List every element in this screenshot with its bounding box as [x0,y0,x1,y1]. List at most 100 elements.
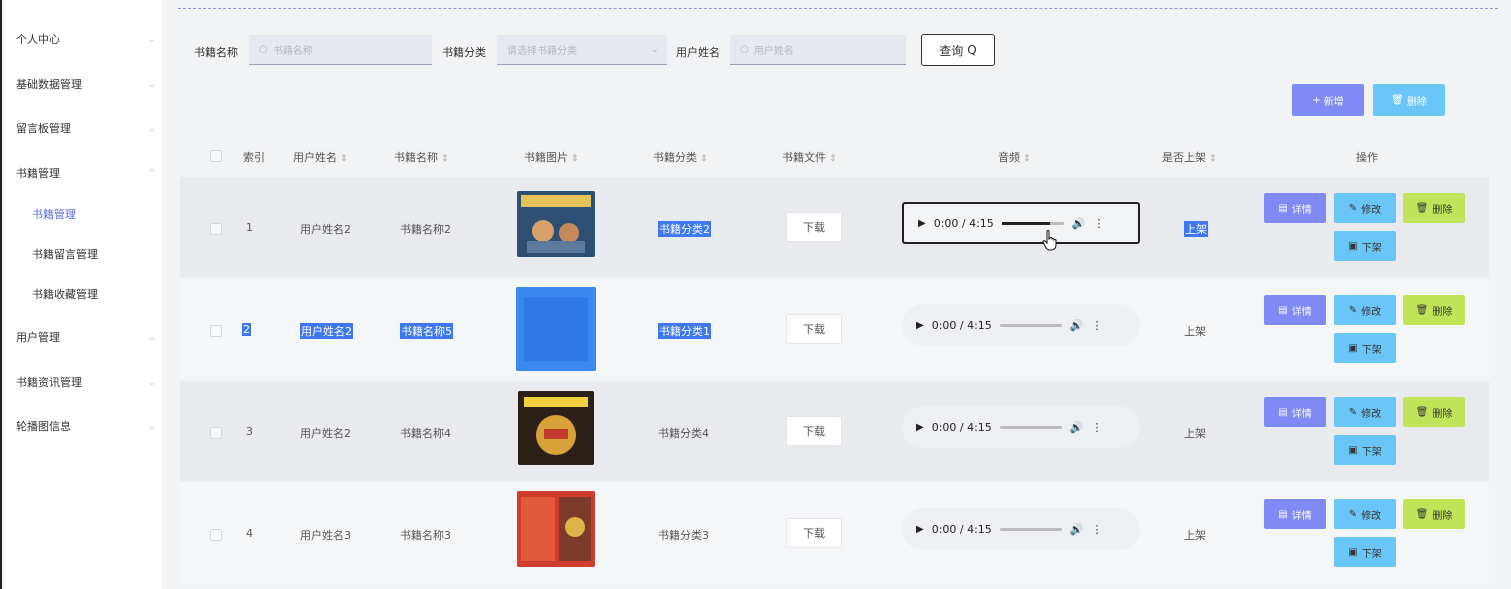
book-cover-image [516,287,596,371]
more-options-icon[interactable]: ⋮ [1092,421,1103,434]
sidebar-item-base-data[interactable]: 基础数据管理 ⌄ [16,74,156,94]
sidebar-item-users[interactable]: 用户管理 ⌄ [16,327,156,347]
sidebar-item-label: 个人中心 [16,33,60,46]
detail-button[interactable]: ▤ 详情 [1264,193,1326,223]
sidebar-subitem-book-favorites[interactable]: 书籍收藏管理 [32,284,156,304]
play-icon[interactable]: ▶ [918,218,926,229]
sort-icon: ⇕ [829,154,837,164]
row-checkbox[interactable] [210,427,222,439]
sidebar-item-book-news[interactable]: 书籍资讯管理 ⌄ [16,372,156,392]
sidebar-item-book-management[interactable]: 书籍管理 ⌃ [16,163,156,183]
category-placeholder: 请选择书籍分类 [507,46,577,57]
more-options-icon[interactable]: ⋮ [1092,319,1103,332]
audio-player[interactable]: ▶ 0:00 / 4:15 🔊 ⋮ [902,508,1140,550]
volume-icon[interactable]: 🔊 [1070,319,1084,332]
audio-player[interactable]: ▶ 0:00 / 4:15 🔊 ⋮ [902,202,1140,244]
off-shelf-button[interactable]: ▣ 下架 [1334,231,1396,261]
audio-progress-bar[interactable] [999,323,1062,327]
volume-icon[interactable]: 🔊 [1070,523,1084,536]
table-row: 2 用户姓名2 书籍名称5 书籍分类1 下载 ▶ 0:00 / 4:15 🔊 ⋮… [180,279,1489,379]
header-on-shelf[interactable]: 是否上架 ⇕ [1162,149,1217,165]
edit-button[interactable]: ✎ 修改 [1334,295,1396,325]
book-name-label: 书籍名称 [194,46,238,59]
audio-progress-bar[interactable] [999,527,1062,531]
chevron-down-icon: ⌄ [650,44,659,55]
user-name-placeholder: 用户姓名 [753,46,794,57]
audio-player[interactable]: ▶ 0:00 / 4:15 🔊 ⋮ [902,406,1140,448]
delete-button[interactable]: 🗑 删除 [1403,499,1465,529]
audio-time: 0:00 / 4:15 [931,318,992,332]
detail-icon: ▤ [1278,304,1288,316]
off-shelf-icon: ▣ [1348,546,1358,558]
row-checkbox[interactable] [210,529,222,541]
audio-time: 0:00 / 4:15 [931,420,992,434]
download-button[interactable]: 下载 [786,212,842,242]
trash-icon: 🗑 [1415,304,1429,316]
more-options-icon[interactable]: ⋮ [1094,217,1105,230]
sidebar-item-carousel[interactable]: 轮播图信息 ⌄ [16,416,156,436]
header-audio[interactable]: 音频 ⇕ [998,149,1031,165]
play-icon[interactable]: ▶ [916,320,924,331]
edit-button[interactable]: ✎ 修改 [1334,397,1396,427]
cell-user-name: 用户姓名2 [300,223,351,236]
download-button[interactable]: 下载 [786,416,842,446]
row-checkbox[interactable] [210,223,222,235]
off-shelf-button[interactable]: ▣ 下架 [1334,435,1396,465]
edit-button[interactable]: ✎ 修改 [1334,193,1396,223]
app-frame: 个人中心 ⌄ 基础数据管理 ⌄ 留言板管理 ⌄ 书籍管理 ⌃ 书籍管理 书籍留言管理 书… [0,0,1511,589]
sidebar-subitem-book-comments[interactable]: 书籍留言管理 [32,244,156,264]
sidebar-item-personal-center[interactable]: 个人中心 ⌄ [16,29,156,49]
audio-player[interactable]: ▶ 0:00 / 4:15 🔊 ⋮ [902,304,1140,346]
audio-progress-bar[interactable] [1001,221,1064,225]
delete-button[interactable]: 🗑 删除 [1403,193,1465,223]
detail-button[interactable]: ▤ 详情 [1264,295,1326,325]
header-user-name[interactable]: 用户姓名 ⇕ [293,149,348,165]
off-shelf-icon: ▣ [1348,444,1358,456]
play-icon[interactable]: ▶ [916,422,924,433]
header-label: 书籍名称 [394,151,438,164]
cell-category: 书籍分类1 [658,323,711,339]
add-button[interactable]: + 新增 [1292,84,1364,116]
off-shelf-button[interactable]: ▣ 下架 [1334,537,1396,567]
row-checkbox[interactable] [210,325,222,337]
book-name-search-input[interactable]: ○ 书籍名称 [249,35,432,65]
edit-label: 修改 [1361,204,1382,216]
header-book-image[interactable]: 书籍图片 ⇕ [524,149,579,165]
detail-label: 详情 [1291,408,1312,420]
batch-delete-button[interactable]: 🗑 删除 [1373,84,1445,116]
edit-icon: ✎ [1348,406,1358,418]
hand-cursor-icon [1042,230,1057,251]
search-icon: Q [967,43,977,57]
detail-button[interactable]: ▤ 详情 [1264,397,1326,427]
volume-icon[interactable]: 🔊 [1070,421,1084,434]
header-actions: 操作 [1356,151,1378,164]
download-button[interactable]: 下载 [786,314,842,344]
select-all-checkbox[interactable] [210,150,222,162]
header-category[interactable]: 书籍分类 ⇕ [653,149,708,165]
delete-label: 删除 [1432,306,1453,318]
sort-icon: ⇕ [571,154,579,164]
sidebar-subitem-books[interactable]: 书籍管理 [32,204,156,224]
plus-icon: + [1312,94,1321,106]
download-button[interactable]: 下载 [786,518,842,548]
cell-index: 1 [246,221,253,234]
cell-on-shelf: 上架 [1184,427,1206,440]
category-select[interactable]: 请选择书籍分类 ⌄ [497,35,667,65]
header-label: 音频 [998,151,1020,164]
sidebar-item-message-board[interactable]: 留言板管理 ⌄ [16,118,156,138]
query-button[interactable]: 查询 Q [921,34,995,66]
audio-progress-bar[interactable] [999,425,1062,429]
user-name-search-input[interactable]: ○ 用户姓名 [730,35,906,65]
header-book-file[interactable]: 书籍文件 ⇕ [782,149,837,165]
delete-button[interactable]: 🗑 删除 [1403,397,1465,427]
volume-icon[interactable]: 🔊 [1072,217,1086,230]
more-options-icon[interactable]: ⋮ [1092,523,1103,536]
detail-button[interactable]: ▤ 详情 [1264,499,1326,529]
chevron-down-icon: ⌄ [147,122,156,134]
edit-button[interactable]: ✎ 修改 [1334,499,1396,529]
delete-button[interactable]: 🗑 删除 [1403,295,1465,325]
delete-label: 删除 [1432,204,1453,216]
play-icon[interactable]: ▶ [916,524,924,535]
off-shelf-button[interactable]: ▣ 下架 [1334,333,1396,363]
header-book-name[interactable]: 书籍名称 ⇕ [394,149,449,165]
